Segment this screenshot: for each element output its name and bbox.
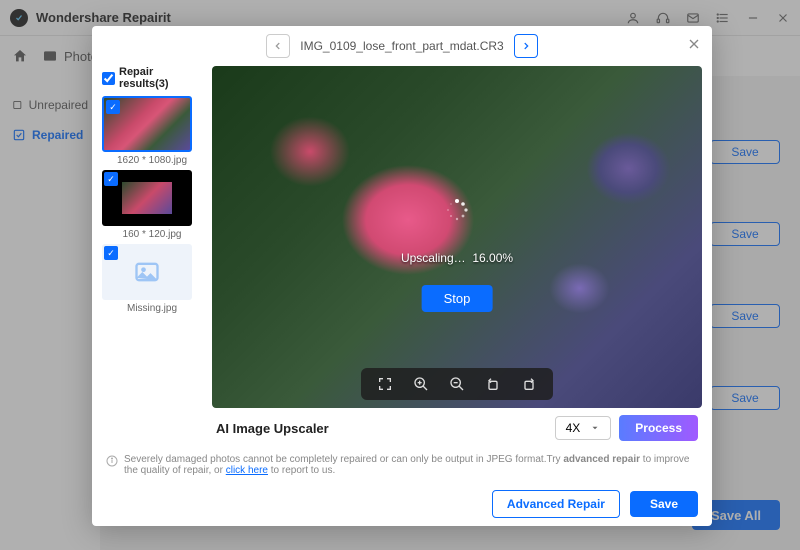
filename-label: IMG_0109_lose_front_part_mdat.CR3 [300,39,503,53]
thumbnail-1[interactable]: ✓ 1620 * 1080.jpg [102,96,202,166]
thumbnail-2[interactable]: ✓ 160 * 120.jpg [102,170,202,240]
select-all-checkbox[interactable] [102,72,115,85]
modal-save-button[interactable]: Save [630,491,698,517]
preview-modal: IMG_0109_lose_front_part_mdat.CR3 Repair… [92,26,712,526]
zoom-in-icon[interactable] [413,376,429,392]
advanced-repair-button[interactable]: Advanced Repair [492,490,620,518]
upscaler-label: AI Image Upscaler [216,421,547,436]
progress-text: Upscaling… 16.00% [401,251,513,265]
loading-spinner-icon [445,198,469,222]
chevron-down-icon [590,423,600,433]
thumb-label-2: 160 * 120.jpg [102,229,202,240]
modal-close-button[interactable] [686,36,702,57]
fullscreen-icon[interactable] [377,376,393,392]
modal-header: IMG_0109_lose_front_part_mdat.CR3 [92,26,712,66]
next-button[interactable] [514,34,538,58]
info-row: Severely damaged photos cannot be comple… [92,448,712,482]
upscaler-row: AI Image Upscaler 4X Process [92,408,712,448]
modal-footer: Advanced Repair Save [92,482,712,526]
rotate-left-icon[interactable] [485,376,501,392]
image-placeholder-icon [133,258,161,286]
thumb-label-1: 1620 * 1080.jpg [102,155,202,166]
select-all-row[interactable]: Repair results(3) [102,66,202,90]
thumb-label-3: Missing.jpg [102,303,202,314]
zoom-out-icon[interactable] [449,376,465,392]
results-label: Repair results(3) [119,66,202,90]
prev-button[interactable] [266,34,290,58]
thumbnail-column: Repair results(3) ✓ 1620 * 1080.jpg ✓ 16… [102,66,202,408]
multiplier-select[interactable]: 4X [555,416,612,440]
thumbnail-3[interactable]: ✓ Missing.jpg [102,244,202,314]
preview-image [212,66,702,408]
check-icon: ✓ [104,246,118,260]
preview-pane: Upscaling… 16.00% Stop [212,66,702,408]
report-link[interactable]: click here [226,465,268,476]
stop-button[interactable]: Stop [422,285,493,312]
process-button[interactable]: Process [619,415,698,441]
info-icon [106,455,118,467]
check-icon: ✓ [104,172,118,186]
rotate-right-icon[interactable] [521,376,537,392]
check-icon: ✓ [106,100,120,114]
preview-toolbar [361,368,553,400]
